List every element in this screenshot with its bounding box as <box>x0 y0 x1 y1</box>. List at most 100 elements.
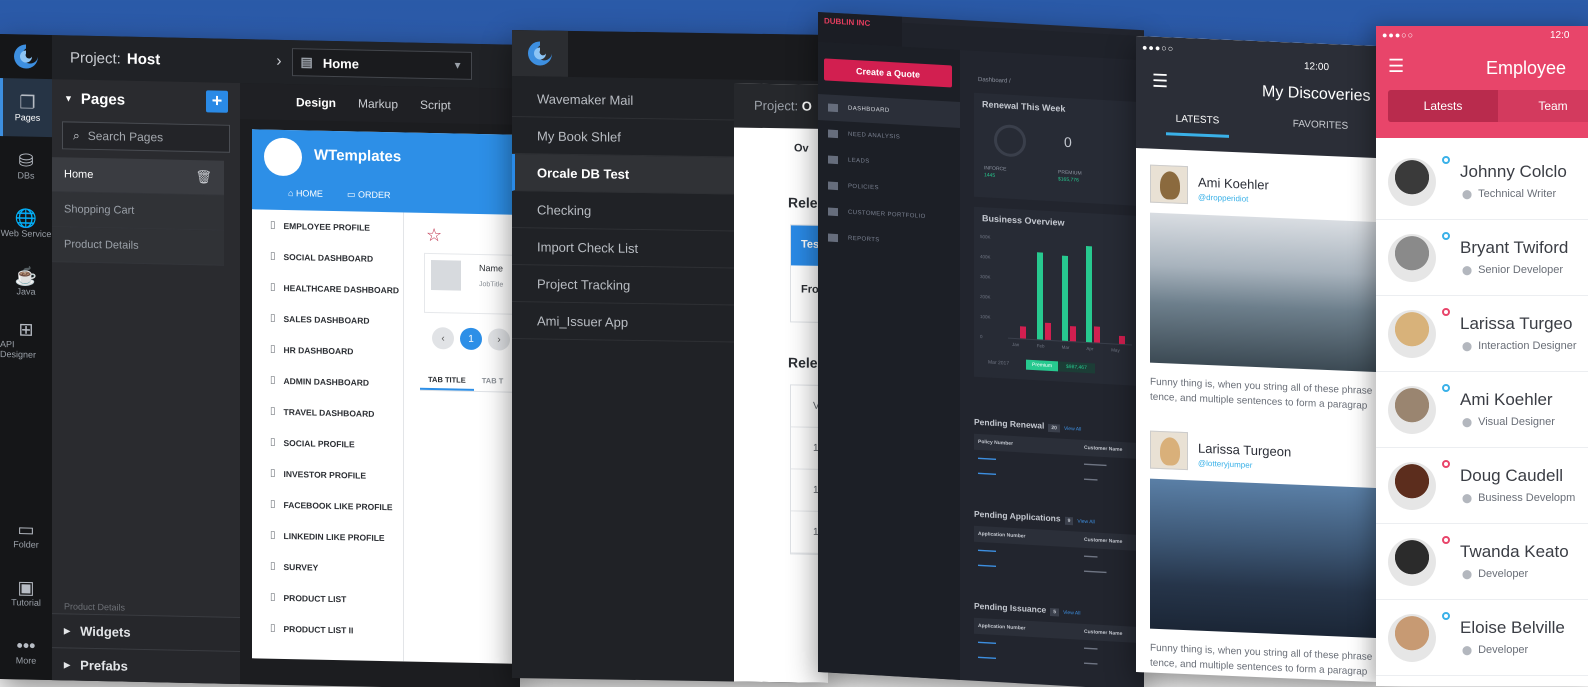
chart-bar[interactable] <box>1086 245 1093 343</box>
project-item[interactable]: Checking <box>512 191 734 232</box>
current-page-button[interactable]: 1 <box>460 327 482 351</box>
menu-item[interactable]: ▯ ADMIN DASHBOARD <box>252 364 403 398</box>
section-prefabs[interactable]: ▶ Prefabs <box>52 647 240 686</box>
menu-item[interactable]: ▯ PRODUCT LIST <box>252 581 403 615</box>
project-item[interactable]: Import Check List <box>512 228 734 269</box>
menu-item[interactable]: ▯ HEALTHCARE DASHBOARD <box>252 271 403 305</box>
pending-issuance-section: Pending Issuance 5 View All Application Nu… <box>974 601 1144 674</box>
menu-item[interactable]: ▯ SURVEY <box>252 550 403 584</box>
rail-item-web-service[interactable]: 🌐 Web Service <box>0 194 52 253</box>
employee-row[interactable]: Bryant Twiford ⬤ Senior Developer <box>1376 220 1588 296</box>
project-item[interactable]: Ami_Issuer App <box>512 302 734 343</box>
tab-latests[interactable]: Latests <box>1388 90 1498 122</box>
rail-item-tutorial[interactable]: ▣ Tutorial <box>0 563 52 622</box>
employee-row[interactable]: Larissa Turgeo ⬤ Interaction Designer <box>1376 296 1588 372</box>
project-item[interactable]: Wavemaker Mail <box>512 80 734 121</box>
create-quote-button[interactable]: Create a Quote <box>824 58 952 88</box>
page-select[interactable]: ▤ Home ▼ <box>291 48 472 80</box>
chart-bar[interactable] <box>1061 256 1068 341</box>
pagination: ‹ 1 › <box>432 327 510 351</box>
trash-icon[interactable]: 🗑 <box>195 169 212 185</box>
caret-down-icon[interactable]: ▼ <box>64 93 73 103</box>
rail-item-api-designer[interactable]: ⊞ API Designer <box>0 310 52 369</box>
page-item[interactable]: Shopping Cart <box>52 192 224 231</box>
menu-item[interactable]: ▯ SOCIAL PROFILE <box>252 426 403 460</box>
page-item[interactable]: Product Details <box>52 227 224 266</box>
menu-item[interactable]: ▯ LINKEDIN LIKE PROFILE <box>252 519 403 553</box>
globe-icon: 🌐 <box>14 208 38 229</box>
menu-item[interactable]: ▯ SALES DASHBOARD <box>252 302 403 336</box>
chart-bar[interactable] <box>1036 252 1043 340</box>
rail-item-pages[interactable]: ❐ Pages <box>0 78 52 138</box>
project-item[interactable]: My Book Shlef <box>512 117 734 158</box>
employee-row[interactable]: Twanda Keato ⬤ Developer <box>1376 524 1588 600</box>
menu-item[interactable]: ▯ FACEBOOK LIKE PROFILE <box>252 488 403 522</box>
wavemaker-logo-icon[interactable] <box>0 34 52 79</box>
tab-title-1[interactable]: TAB TITLE <box>420 366 474 391</box>
project-item[interactable]: Orcale DB Test <box>512 154 734 195</box>
post-card[interactable]: Larissa Turgeon @lotteryjumper Funny thi… <box>1150 430 1382 678</box>
x-tick-label: Jan <box>1012 341 1020 348</box>
profile-card[interactable]: Name JobTitle <box>424 252 520 315</box>
chart-bar[interactable] <box>1119 336 1126 345</box>
employee-row[interactable]: Ami Koehler ⬤ Visual Designer <box>1376 372 1588 448</box>
view-all-link[interactable]: View All <box>1077 519 1094 526</box>
chart-bar[interactable] <box>1069 325 1076 342</box>
employee-role: ⬤ Interaction Designer <box>1462 340 1577 352</box>
nav-home[interactable]: ⌂ HOME <box>288 188 323 200</box>
employee-role: ⬤ Senior Developer <box>1462 264 1563 276</box>
project-item[interactable]: Project Tracking <box>512 265 734 306</box>
search-pages-input[interactable]: ⌕ Search Pages <box>62 121 230 153</box>
view-all-link[interactable]: View All <box>1063 610 1080 617</box>
wavemaker-logo-icon[interactable] <box>512 30 568 77</box>
employee-row[interactable]: Eloise Belville ⬤ Developer <box>1376 600 1588 676</box>
chevron-right-icon[interactable]: › <box>276 53 281 71</box>
tab-overview[interactable]: Ov <box>794 142 809 154</box>
menu-item[interactable]: ▯ SOCIAL DASHBOARD <box>252 240 403 274</box>
employee-row[interactable]: Johnny Colclo ⬤ Technical Writer <box>1376 144 1588 220</box>
premium-pill[interactable]: Premium $987,467 <box>1026 359 1095 374</box>
post-handle[interactable]: @dropperidiot <box>1198 193 1248 204</box>
status-dot <box>1442 156 1450 164</box>
tab-latests[interactable]: LATESTS <box>1166 113 1229 138</box>
hamburger-menu-icon[interactable]: ☰ <box>1152 71 1168 93</box>
hamburger-menu-icon[interactable]: ☰ <box>1388 56 1404 77</box>
rail-item-folder[interactable]: ▭ Folder <box>0 505 52 564</box>
chart-bar[interactable] <box>1044 322 1051 341</box>
rail-item-dbs[interactable]: ⛁ DBs <box>0 136 52 195</box>
tab-title-2[interactable]: TAB T <box>474 368 512 392</box>
post-card[interactable]: Ami Koehler @dropperidiot Funny thing is… <box>1150 164 1382 412</box>
rail-item-more[interactable]: ••• More <box>0 621 52 680</box>
nav-order[interactable]: ▭ ORDER <box>347 189 391 201</box>
page-icon: ▯ <box>270 467 276 479</box>
menu-item[interactable]: ▯ INVESTOR PROFILE <box>252 457 403 491</box>
page-item[interactable]: Home 🗑 <box>52 157 224 196</box>
rail-item-java[interactable]: ☕ Java <box>0 252 52 311</box>
tab-markup[interactable]: Markup <box>358 96 398 111</box>
tab-team[interactable]: Team <box>1498 90 1588 122</box>
post-handle[interactable]: @lotteryjumper <box>1198 459 1252 470</box>
menu-item[interactable]: ▯ TRAVEL DASHBOARD <box>252 395 403 429</box>
tab-favorites[interactable]: FAVORITES <box>1259 117 1382 144</box>
employee-row[interactable]: Doug Caudell ⬤ Business Developm <box>1376 448 1588 524</box>
project-detail-body: Ov Rele Tes Fro Rele V111 <box>734 127 828 682</box>
section-widgets[interactable]: ▶ Widgets <box>52 613 240 652</box>
next-page-button[interactable]: › <box>488 328 510 351</box>
view-all-link[interactable]: View All <box>1064 426 1081 433</box>
chart-bar[interactable] <box>1094 326 1101 343</box>
y-tick-label: 300K <box>980 274 991 280</box>
menu-item[interactable]: ▯ HR DASHBOARD <box>252 333 403 367</box>
menu-item[interactable]: ▯ PRODUCT LIST II <box>252 612 403 646</box>
add-page-button[interactable]: + <box>206 90 228 113</box>
prev-page-button[interactable]: ‹ <box>432 327 454 350</box>
avatar <box>1388 386 1436 434</box>
tab-design[interactable]: Design <box>296 95 336 110</box>
star-icon[interactable]: ☆ <box>426 225 442 246</box>
project-name[interactable]: Host <box>127 50 160 68</box>
chart-bar[interactable] <box>1020 326 1026 339</box>
pages-header: ▼ Pages + « <box>52 79 255 121</box>
page-icon: ▯ <box>270 436 276 448</box>
tab-script[interactable]: Script <box>420 98 451 113</box>
design-canvas[interactable]: WTemplates ⌂ HOME ▭ ORDER ▯ EMPLOYEE PROF… <box>252 129 520 664</box>
menu-item[interactable]: ▯ EMPLOYEE PROFILE <box>252 209 403 243</box>
